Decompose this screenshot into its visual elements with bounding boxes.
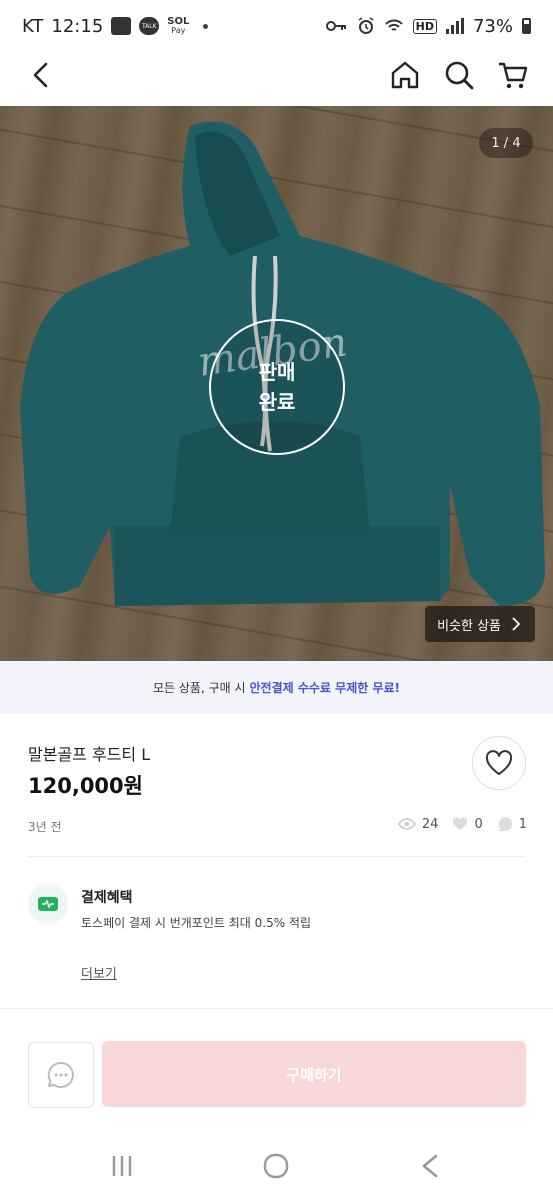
search-button[interactable]	[442, 58, 476, 92]
like-button[interactable]	[472, 736, 526, 790]
promo-text: 모든 상품, 구매 시	[152, 681, 246, 695]
status-left: KT 12:15 TALK SOL Pay	[22, 15, 209, 37]
cart-icon	[499, 62, 528, 89]
chats-stat: 1	[497, 816, 527, 832]
home-circle-icon	[263, 1153, 289, 1179]
product-title: 말본골프 후드티 L	[28, 745, 151, 764]
benefit-title: 결제혜택	[81, 890, 133, 906]
eye-icon	[397, 818, 416, 830]
product-price: 120,000원	[28, 774, 143, 798]
home-system-button[interactable]	[256, 1150, 296, 1182]
toss-pay-icon	[28, 884, 68, 924]
image-counter: 1 / 4	[479, 128, 533, 158]
sold-line2: 완료	[258, 390, 296, 414]
info-divider	[28, 856, 525, 857]
carrier-label: KT	[22, 15, 44, 37]
chat-icon	[47, 1061, 74, 1088]
search-icon	[445, 61, 474, 90]
posted-time: 3년 전	[28, 820, 62, 834]
key-icon	[325, 21, 346, 31]
talk-icon: TALK	[139, 17, 160, 35]
back-system-button[interactable]	[410, 1150, 450, 1182]
status-time: 12:15	[51, 15, 104, 37]
wifi-icon	[384, 19, 403, 31]
system-nav-bar	[0, 1130, 553, 1200]
similar-items-button[interactable]: 비슷한 상품	[425, 606, 535, 642]
sold-line1: 판매	[258, 360, 296, 384]
promo-banner[interactable]: 모든 상품, 구매 시 안전결제 수수료 무제한 무료!	[0, 661, 553, 714]
views-stat: 24	[397, 816, 439, 832]
similar-items-label: 비슷한 상품	[437, 618, 501, 634]
status-bar: KT 12:15 TALK SOL Pay HD 73%	[0, 0, 553, 52]
section-divider	[0, 1008, 553, 1009]
alarm-icon	[358, 17, 374, 34]
signal-icon	[445, 18, 464, 34]
home-icon	[391, 61, 419, 89]
chevron-left-icon	[33, 62, 48, 88]
likes-stat: 0	[452, 816, 483, 832]
chevron-right-icon	[512, 617, 521, 631]
talk-label: TALK	[141, 22, 157, 30]
recent-apps-icon	[112, 1156, 132, 1176]
buy-button[interactable]: 구매하기	[102, 1041, 526, 1107]
battery-icon	[522, 18, 531, 34]
product-stats: 24 0 1	[390, 816, 527, 832]
cart-button[interactable]	[496, 58, 530, 92]
gallery-icon	[111, 17, 132, 35]
home-button[interactable]	[388, 58, 422, 92]
back-button[interactable]	[26, 58, 60, 92]
battery-percent: 73%	[472, 15, 513, 37]
chats-count: 1	[518, 816, 527, 832]
pay-label: Pay	[171, 26, 186, 35]
more-link[interactable]: 더보기	[81, 963, 117, 982]
heart-small-icon	[453, 817, 468, 830]
chat-bubble-icon	[498, 817, 512, 831]
dot-icon	[203, 23, 209, 29]
recent-apps-button[interactable]	[102, 1150, 142, 1182]
likes-count: 0	[474, 816, 483, 832]
hd-icon: HD	[412, 18, 437, 34]
sold-out-badge: 판매 완료	[209, 319, 345, 455]
promo-highlight: 안전결제 수수료 무제한 무료!	[249, 681, 401, 695]
heart-icon	[485, 750, 513, 775]
chat-button[interactable]	[28, 1042, 94, 1108]
status-right: HD 73%	[325, 15, 531, 37]
product-image-carousel[interactable]: malbon 1 / 4 판매 완료 비슷한 상품	[0, 106, 553, 661]
app-header	[0, 52, 553, 106]
back-arrow-icon	[422, 1154, 438, 1178]
sol-pay-icon: SOL Pay	[167, 17, 189, 36]
views-count: 24	[421, 816, 439, 832]
benefit-description: 토스페이 결제 시 번개포인트 최대 0.5% 적립	[81, 916, 312, 930]
